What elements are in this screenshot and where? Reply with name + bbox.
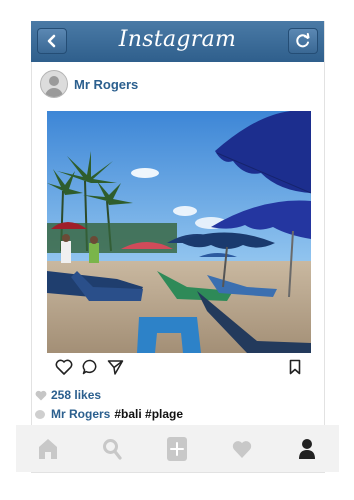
- bookmark-icon[interactable]: [289, 359, 301, 375]
- tab-activity[interactable]: [210, 425, 274, 472]
- add-icon: [167, 436, 187, 461]
- refresh-icon: [296, 33, 310, 48]
- caption-username[interactable]: Mr Rogers: [51, 407, 110, 421]
- post-actions: [47, 355, 311, 379]
- tab-add[interactable]: [145, 425, 209, 472]
- post-photo[interactable]: [47, 111, 311, 353]
- beach-photo-image: [47, 111, 311, 353]
- comment-bubble-icon: [35, 409, 45, 419]
- post-meta: 258 likes Mr Rogers #bali #plage: [35, 387, 183, 423]
- tab-home[interactable]: [16, 425, 80, 472]
- heart-icon: [35, 390, 47, 400]
- comment-icon[interactable]: [82, 359, 99, 375]
- bottom-tab-bar: [16, 425, 339, 472]
- heart-outline-icon[interactable]: [55, 359, 73, 375]
- likes-row: 258 likes: [35, 387, 183, 403]
- tab-search[interactable]: [80, 425, 144, 472]
- heart-icon: [232, 440, 252, 458]
- post-username[interactable]: Mr Rogers: [74, 77, 138, 92]
- profile-icon: [299, 438, 315, 459]
- post-header: Mr Rogers: [40, 70, 138, 98]
- likes-count[interactable]: 258 likes: [51, 388, 101, 402]
- refresh-button[interactable]: [288, 28, 318, 54]
- app-title: Instagram: [118, 27, 237, 52]
- home-icon: [39, 438, 57, 459]
- caption-row: Mr Rogers #bali #plage: [35, 405, 183, 423]
- caption-text: #bali #plage: [114, 407, 184, 421]
- send-icon[interactable]: [107, 359, 124, 375]
- tab-profile[interactable]: [275, 425, 339, 472]
- avatar[interactable]: [40, 70, 68, 98]
- search-icon: [103, 438, 122, 460]
- top-bar: Instagram: [31, 21, 324, 62]
